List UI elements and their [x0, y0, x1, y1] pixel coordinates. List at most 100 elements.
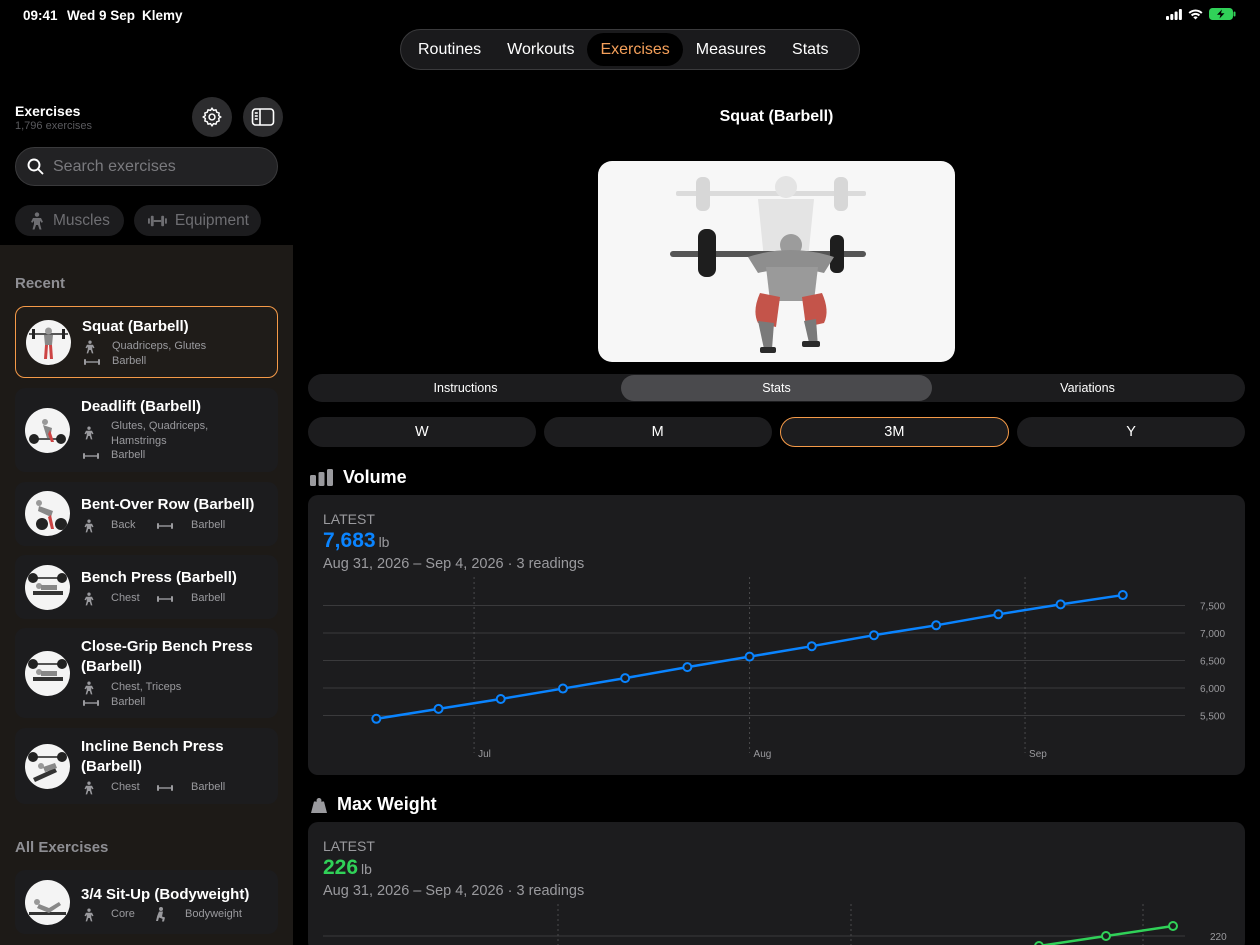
barbell-icon: [83, 699, 99, 706]
y-tick-label: 7,000: [1200, 629, 1225, 640]
exercise-thumbnail: [25, 565, 70, 610]
range-three-months[interactable]: 3M: [779, 417, 1010, 447]
gear-icon: [202, 107, 222, 127]
exercise-thumbnail: [25, 491, 70, 536]
range-month[interactable]: M: [543, 417, 772, 447]
muscles-label: Core: [111, 908, 135, 920]
exercise-muscles: Chest Barbell: [83, 591, 225, 606]
segment-stats[interactable]: Stats: [621, 375, 932, 401]
data-point: [1101, 931, 1111, 941]
exercise-muscles: Glutes, Quadriceps, Hamstrings: [83, 419, 231, 449]
exercise-item-squat-barbell[interactable]: Squat (Barbell) Quadriceps, Glutes Barbe…: [15, 306, 278, 378]
data-point: [1168, 921, 1178, 931]
exercise-thumbnail: [25, 651, 70, 696]
exercise-muscles: Back Barbell: [83, 518, 225, 533]
muscles-filter-chip[interactable]: Muscles: [15, 205, 124, 236]
recent-heading: Recent: [15, 275, 66, 292]
equipment-label: Bodyweight: [185, 908, 242, 920]
muscle-figure-icon: [84, 681, 94, 694]
sidebar-icon: [251, 108, 275, 126]
exercise-item-deadlift-barbell[interactable]: Deadlift (Barbell) Glutes, Quadriceps, H…: [15, 388, 278, 472]
equipment-filter-label: Equipment: [174, 211, 249, 229]
muscle-figure-icon: [84, 908, 94, 921]
muscles-label: Chest: [111, 781, 140, 793]
time-range-picker: W M 3M Y: [308, 417, 1245, 447]
data-point: [744, 651, 755, 662]
sidebar: Exercises 1,796 exercises Muscles Equipm…: [0, 0, 293, 945]
equipment-label: Barbell: [191, 519, 226, 531]
max-weight-heading-label: Max Weight: [337, 794, 437, 814]
volume-heading: Volume: [310, 467, 407, 488]
barbell-icon: [83, 452, 99, 459]
equipment-label: Barbell: [191, 592, 226, 604]
dumbbell-icon: [148, 215, 167, 226]
range-year[interactable]: Y: [1017, 417, 1245, 447]
exercise-item-bent-over-row-barbell[interactable]: Bent-Over Row (Barbell) Back Barbell: [15, 482, 278, 546]
exercise-thumbnail: [25, 408, 70, 453]
segment-instructions[interactable]: Instructions: [310, 375, 621, 401]
x-tick-label: Jul: [478, 749, 491, 760]
data-point: [495, 694, 506, 704]
equipment-label: Barbell: [191, 781, 226, 793]
muscle-figure-icon: [84, 426, 94, 440]
exercise-illustration: [598, 161, 955, 362]
max-weight-chart: 220: [323, 904, 1227, 945]
exercise-muscles: Quadriceps, Glutes: [84, 339, 206, 354]
search-icon: [27, 158, 44, 175]
exercise-name: Bent-Over Row (Barbell): [81, 496, 255, 513]
barbell-icon: [84, 358, 100, 365]
bodyweight-icon: [156, 907, 165, 922]
search-bar[interactable]: [15, 147, 278, 186]
search-input[interactable]: [53, 157, 263, 176]
volume-card: LATEST 7,683 lb Aug 31, 2026 – Sep 4, 202…: [308, 495, 1245, 775]
exercise-equipment: Barbell: [84, 354, 146, 369]
exercise-name: Close-Grip Bench Press (Barbell): [81, 638, 253, 675]
muscle-figure-icon: [84, 592, 94, 605]
sidebar-toggle-button[interactable]: [243, 97, 283, 137]
muscles-label: Chest: [111, 592, 140, 604]
all-exercises-heading: All Exercises: [15, 839, 109, 856]
y-tick-label: 7,500: [1200, 602, 1225, 613]
muscles-label: Chest, Triceps: [111, 681, 182, 693]
exercise-item-incline-bench-press-barbell[interactable]: Incline Bench Press (Barbell) Chest Barb…: [15, 728, 278, 804]
max-weight-heading: Max Weight: [310, 794, 437, 815]
muscle-figure-icon: [85, 340, 95, 353]
data-point: [433, 703, 444, 714]
range-week[interactable]: W: [308, 417, 536, 447]
muscles-label: Back: [111, 519, 136, 531]
bar-chart-icon: [310, 469, 333, 486]
exercise-muscles: Chest Barbell: [83, 780, 225, 795]
volume-chart: 5,500 6,000 6,500 7,000 7,500 Jul Aug Sep: [323, 577, 1225, 760]
equipment-label: Barbell: [112, 355, 147, 367]
exercise-title: Squat (Barbell): [719, 108, 834, 125]
y-tick-label: 6,000: [1200, 684, 1225, 695]
equipment-filter-chip[interactable]: Equipment: [134, 205, 261, 236]
max-weight-card: LATEST 226 lb Aug 31, 2026 – Sep 4, 2026 …: [308, 822, 1245, 945]
x-tick-label: Aug: [754, 749, 772, 760]
data-point: [1117, 590, 1128, 601]
exercise-name: Incline Bench Press (Barbell): [81, 738, 224, 775]
data-point: [868, 630, 879, 641]
exercise-muscles: Core Bodyweight: [83, 907, 242, 922]
data-point: [993, 609, 1004, 620]
muscle-figure-icon: [31, 211, 43, 229]
data-point: [931, 620, 942, 631]
segment-variations[interactable]: Variations: [932, 375, 1243, 401]
data-point: [620, 673, 631, 684]
exercise-item-three-quarter-sit-up[interactable]: 3/4 Sit-Up (Bodyweight) Core Bodyweight: [15, 870, 278, 934]
y-tick-label: 6,500: [1200, 657, 1225, 668]
volume-heading-label: Volume: [343, 467, 407, 487]
y-tick-label: 220: [1210, 932, 1227, 943]
settings-button[interactable]: [192, 97, 232, 137]
barbell-icon: [157, 595, 173, 602]
exercise-item-bench-press-barbell[interactable]: Bench Press (Barbell) Chest Barbell: [15, 555, 278, 619]
weight-icon: [311, 797, 327, 813]
exercise-name: Bench Press (Barbell): [81, 569, 237, 586]
muscles-label: Quadriceps, Glutes: [112, 340, 207, 352]
muscles-label: Glutes, Quadriceps, Hamstrings: [111, 420, 209, 447]
exercise-item-close-grip-bench-press-barbell[interactable]: Close-Grip Bench Press (Barbell) Chest, …: [15, 628, 278, 718]
data-point: [682, 662, 693, 673]
exercise-muscles: Chest, Triceps: [83, 680, 181, 695]
exercise-name: 3/4 Sit-Up (Bodyweight): [81, 886, 250, 903]
barbell-icon: [157, 784, 173, 791]
